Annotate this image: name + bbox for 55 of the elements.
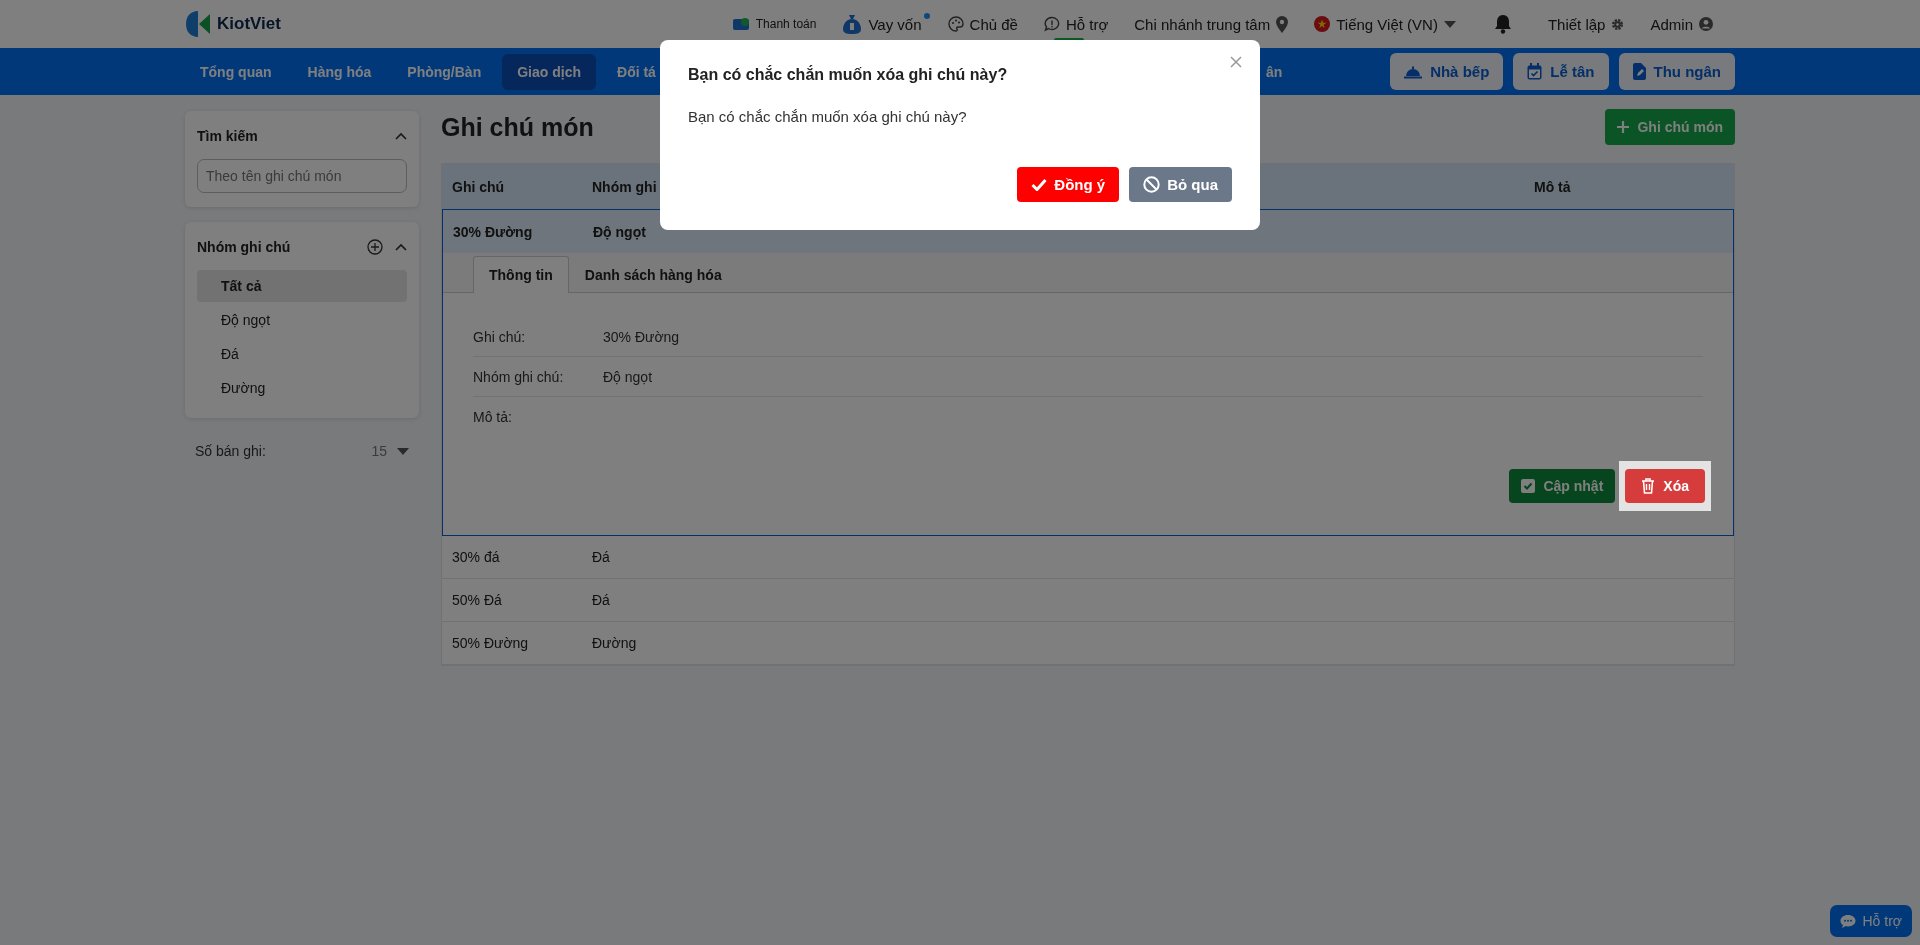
group-item[interactable]: Đường	[197, 372, 407, 404]
detail-tab[interactable]: Thông tin	[473, 256, 569, 293]
nav-button[interactable]: Thu ngân	[1618, 53, 1735, 90]
column-header: Mô tả	[1534, 178, 1571, 195]
page-title: Ghi chú món	[441, 112, 594, 142]
field-label: Mô tả:	[473, 409, 513, 425]
header-link[interactable]: Thiết lập	[1547, 15, 1606, 33]
detail-tab[interactable]: Danh sách hàng hóa	[568, 256, 738, 293]
field-value: Độ ngọt	[603, 368, 653, 385]
group-item[interactable]: Độ ngọt	[197, 304, 407, 336]
panel-title: Nhóm ghi chú	[197, 239, 292, 255]
group-item[interactable]: Đá	[197, 338, 407, 370]
page-size-value[interactable]: 15	[371, 443, 387, 459]
update-button[interactable]: Cập nhật	[1509, 469, 1616, 503]
help-button[interactable]: Hỗ trợ	[1830, 905, 1912, 937]
table-cell: 50% Đường	[452, 635, 529, 651]
header-link[interactable]: Thanh toán	[755, 17, 817, 31]
page-size-label: Số bán ghi:	[195, 443, 267, 459]
cancel-button[interactable]: Bỏ qua	[1129, 167, 1232, 202]
dialog-title: Bạn có chắc chắn muốn xóa ghi chú này?	[688, 66, 1009, 84]
header-link[interactable]: Chủ đề	[969, 15, 1018, 33]
table-cell: 30% Đường	[453, 223, 533, 240]
header-link[interactable]: Hỗ trợ	[1065, 15, 1109, 33]
field-label: Ghi chú:	[473, 328, 527, 345]
search-field[interactable]: Theo tên ghi chú món	[197, 159, 407, 193]
header-link[interactable]: Tiếng Việt (VN)	[1336, 15, 1438, 33]
nav-button[interactable]: Nhà bếp	[1390, 53, 1504, 90]
panel-title: Tìm kiếm	[197, 128, 259, 144]
table-cell: Độ ngọt	[593, 223, 646, 240]
nav-tab[interactable]: Giao dịch	[502, 53, 596, 90]
table-row[interactable]: 50% Đường Đường	[442, 622, 1734, 665]
table-cell: Đường	[592, 635, 637, 651]
confirm-button[interactable]: Đồng ý	[1017, 167, 1120, 202]
table-cell: Đá	[592, 549, 610, 565]
field-label: Nhóm ghi chú:	[473, 368, 565, 385]
add-note-button[interactable]: Ghi chú món	[1605, 109, 1735, 145]
header-link[interactable]: Vay vốn	[868, 15, 922, 33]
header-link[interactable]: Admin	[1650, 15, 1693, 33]
column-header: Nhóm ghi	[592, 178, 657, 195]
header-link[interactable]: Chi nhánh trung tâm	[1134, 15, 1271, 33]
nav-button[interactable]: Lễ tân	[1513, 53, 1609, 90]
nav-tab[interactable]: Tổng quan	[185, 53, 287, 90]
delete-button[interactable]: Xóa	[1625, 469, 1705, 503]
table-row[interactable]: 30% đá Đá	[442, 536, 1734, 579]
dialog-message: Bạn có chắc chắn muốn xóa ghi chú này?	[688, 108, 968, 125]
table-cell: 30% đá	[452, 549, 500, 565]
group-item[interactable]: Tất cả	[197, 270, 407, 302]
table-row[interactable]: 50% Đá Đá	[442, 579, 1734, 622]
field-value: 30% Đường	[603, 328, 680, 345]
nav-tab[interactable]: Phòng/Bàn	[392, 53, 497, 90]
nav-tab[interactable]: Hàng hóa	[292, 53, 387, 90]
table-cell: 50% Đá	[452, 592, 502, 608]
column-header: Ghi chú	[452, 178, 505, 195]
table-cell: Đá	[592, 592, 610, 608]
logo-text: KiotViet	[217, 14, 281, 34]
